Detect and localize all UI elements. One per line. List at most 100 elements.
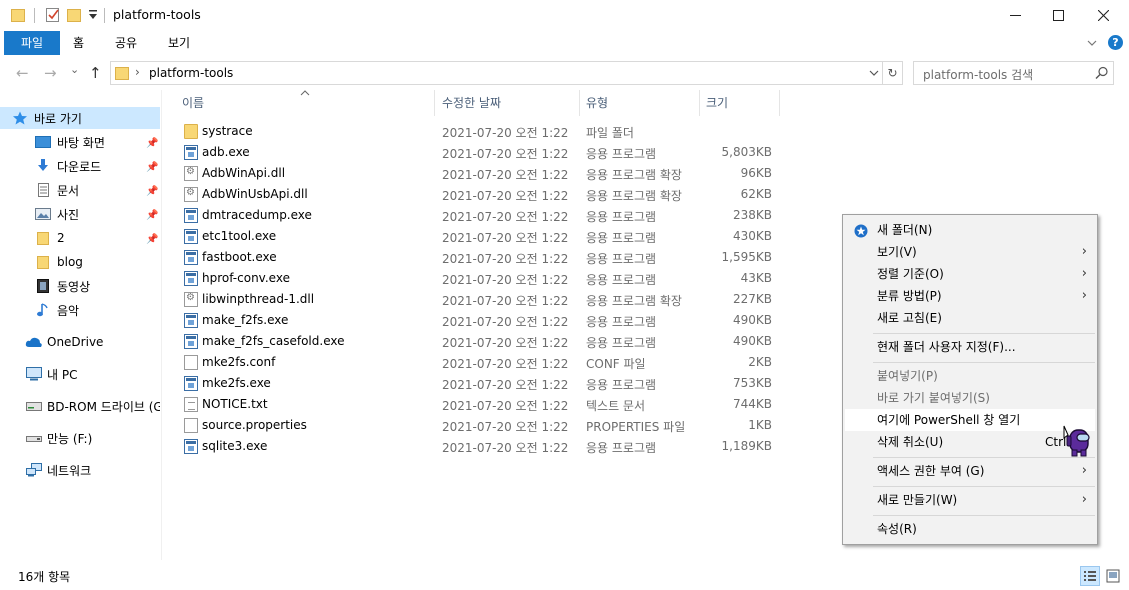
details-view-button[interactable] xyxy=(1080,566,1100,586)
application-icon xyxy=(184,145,198,160)
sidebar-item-2[interactable]: 2 xyxy=(0,227,160,249)
context-menu: 새 폴더(N) 보기(V) › 정렬 기준(O) › 분류 방법(P) › 새로… xyxy=(842,214,1098,545)
menu-item-give-access[interactable]: 액세스 권한 부여 (G) › xyxy=(845,460,1095,482)
sidebar-item-downloads[interactable]: 다운로드 xyxy=(0,155,160,177)
file-row[interactable]: sqlite3.exe 2021-07-20 오전 1:22 응용 프로그램 1… xyxy=(176,436,780,457)
file-type: 텍스트 문서 xyxy=(586,399,646,413)
quick-access-dropdown-icon[interactable] xyxy=(88,9,98,21)
file-row[interactable]: hprof-conv.exe 2021-07-20 오전 1:22 응용 프로그… xyxy=(176,268,780,289)
navigation-pane: 바로 가기 바탕 화면 📌 다운로드 📌 문서 📌 사진 📌 2 📌 blog … xyxy=(0,90,162,560)
menu-item-group-by[interactable]: 분류 방법(P) › xyxy=(845,285,1095,307)
menu-item-properties[interactable]: 속성(R) xyxy=(845,518,1095,540)
sidebar-item-label: 동영상 xyxy=(57,279,91,294)
file-row[interactable]: fastboot.exe 2021-07-20 오전 1:22 응용 프로그램 … xyxy=(176,247,780,268)
breadcrumb[interactable]: platform-tools xyxy=(149,66,233,80)
back-button[interactable]: ← xyxy=(16,64,29,82)
usb-drive-icon xyxy=(25,431,42,445)
file-row[interactable]: AdbWinApi.dll 2021-07-20 오전 1:22 응용 프로그램… xyxy=(176,163,780,184)
file-type: 파일 폴더 xyxy=(586,126,634,140)
file-row[interactable]: mke2fs.exe 2021-07-20 오전 1:22 응용 프로그램 75… xyxy=(176,373,780,394)
maximize-button[interactable] xyxy=(1035,0,1081,31)
sidebar-item-network[interactable]: 네트워크 xyxy=(0,459,160,481)
search-input[interactable]: platform-tools 검색 xyxy=(913,61,1114,85)
tab-home[interactable]: 홈 xyxy=(63,31,94,55)
address-dropdown-icon[interactable] xyxy=(868,67,880,79)
document-icon xyxy=(184,355,198,370)
column-header-label: 이름 xyxy=(182,96,205,110)
file-row[interactable]: libwinpthread-1.dll 2021-07-20 오전 1:22 응… xyxy=(176,289,780,310)
sidebar-item-label: 만능 (F:) xyxy=(47,431,93,446)
help-icon[interactable]: ? xyxy=(1108,35,1123,50)
file-type: 응용 프로그램 xyxy=(586,252,657,266)
column-header-size[interactable]: 크기 xyxy=(700,90,780,116)
file-row[interactable]: AdbWinUsbApi.dll 2021-07-20 오전 1:22 응용 프… xyxy=(176,184,780,205)
menu-item-open-powershell[interactable]: 여기에 PowerShell 창 열기 xyxy=(845,409,1095,431)
file-row[interactable]: mke2fs.conf 2021-07-20 오전 1:22 CONF 파일 2… xyxy=(176,352,780,373)
file-row[interactable]: etc1tool.exe 2021-07-20 오전 1:22 응용 프로그램 … xyxy=(176,226,780,247)
recent-locations-button[interactable]: ⌄ xyxy=(70,63,79,76)
cursor-icon xyxy=(1062,424,1092,458)
sidebar-item-documents[interactable]: 문서 xyxy=(0,179,160,201)
sidebar-item-music[interactable]: 음악 xyxy=(0,299,160,321)
search-icon[interactable] xyxy=(1095,66,1109,80)
shield-icon xyxy=(854,223,868,238)
minimize-button[interactable] xyxy=(992,0,1038,31)
tab-file[interactable]: 파일 xyxy=(4,31,60,55)
address-bar[interactable]: › platform-tools xyxy=(110,61,883,85)
file-name: etc1tool.exe xyxy=(202,229,277,243)
file-row[interactable]: dmtracedump.exe 2021-07-20 오전 1:22 응용 프로… xyxy=(176,205,780,226)
menu-item-refresh[interactable]: 새로 고침(E) xyxy=(845,307,1095,329)
menu-item-undo-delete[interactable]: 삭제 취소(U) Ctrl xyxy=(845,431,1095,453)
sidebar-item-blog[interactable]: blog xyxy=(0,251,160,273)
properties-icon[interactable] xyxy=(45,7,61,23)
sidebar-item-onedrive[interactable]: OneDrive xyxy=(0,331,160,353)
video-icon xyxy=(35,279,51,293)
sidebar-item-usb-f[interactable]: 만능 (F:) xyxy=(0,427,160,449)
file-name: sqlite3.exe xyxy=(202,439,268,453)
sidebar-item-this-pc[interactable]: 내 PC xyxy=(0,363,160,385)
sidebar-item-bd-rom[interactable]: BD-ROM 드라이브 (G xyxy=(0,395,160,417)
forward-button[interactable]: → xyxy=(44,64,57,82)
refresh-button[interactable]: ↻ xyxy=(883,61,903,85)
menu-item-sort-by[interactable]: 정렬 기준(O) › xyxy=(845,263,1095,285)
column-header-date[interactable]: 수정한 날짜 xyxy=(436,90,580,116)
file-type: 응용 프로그램 xyxy=(586,147,657,161)
tab-share[interactable]: 공유 xyxy=(105,31,147,55)
file-name: mke2fs.conf xyxy=(202,355,276,369)
sidebar-item-quick-access[interactable]: 바로 가기 xyxy=(0,107,160,129)
file-row[interactable]: adb.exe 2021-07-20 오전 1:22 응용 프로그램 5,803… xyxy=(176,142,780,163)
menu-item-new-folder[interactable]: 새 폴더(N) xyxy=(845,219,1095,241)
large-icons-view-button[interactable] xyxy=(1103,566,1123,586)
menu-item-new[interactable]: 새로 만들기(W) › xyxy=(845,489,1095,511)
menu-item-customize-folder[interactable]: 현재 폴더 사용자 지정(F)... xyxy=(845,336,1095,358)
file-name: mke2fs.exe xyxy=(202,376,271,390)
ribbon-collapse-icon[interactable] xyxy=(1086,37,1098,49)
file-date: 2021-07-20 오전 1:22 xyxy=(442,336,569,350)
file-row[interactable]: make_f2fs.exe 2021-07-20 오전 1:22 응용 프로그램… xyxy=(176,310,780,331)
sidebar-item-pictures[interactable]: 사진 xyxy=(0,203,160,225)
file-size: 96KB xyxy=(740,166,772,180)
up-button[interactable]: ↑ xyxy=(89,64,102,82)
sidebar-item-desktop[interactable]: 바탕 화면 xyxy=(0,131,160,153)
tab-view[interactable]: 보기 xyxy=(158,31,200,55)
column-header-type[interactable]: 유형 xyxy=(580,90,700,116)
menu-item-label: 여기에 PowerShell 창 열기 xyxy=(877,413,1021,427)
file-row[interactable]: make_f2fs_casefold.exe 2021-07-20 오전 1:2… xyxy=(176,331,780,352)
sidebar-item-label: 내 PC xyxy=(47,367,78,382)
file-row[interactable]: NOTICE.txt 2021-07-20 오전 1:22 텍스트 문서 744… xyxy=(176,394,780,415)
file-name: systrace xyxy=(202,124,253,138)
file-type: 응용 프로그램 xyxy=(586,336,657,350)
file-name: NOTICE.txt xyxy=(202,397,268,411)
file-row[interactable]: source.properties 2021-07-20 오전 1:22 PRO… xyxy=(176,415,780,436)
menu-item-view[interactable]: 보기(V) › xyxy=(845,241,1095,263)
breadcrumb-separator[interactable]: › xyxy=(135,65,140,79)
application-icon xyxy=(184,250,198,265)
file-type: 응용 프로그램 xyxy=(586,378,657,392)
folder-icon xyxy=(184,124,198,139)
application-icon xyxy=(184,313,198,328)
close-button[interactable] xyxy=(1080,0,1126,31)
file-row[interactable]: systrace 2021-07-20 오전 1:22 파일 폴더 xyxy=(176,121,780,142)
menu-separator xyxy=(873,486,1095,487)
sidebar-item-videos[interactable]: 동영상 xyxy=(0,275,160,297)
new-folder-icon[interactable] xyxy=(67,7,81,23)
